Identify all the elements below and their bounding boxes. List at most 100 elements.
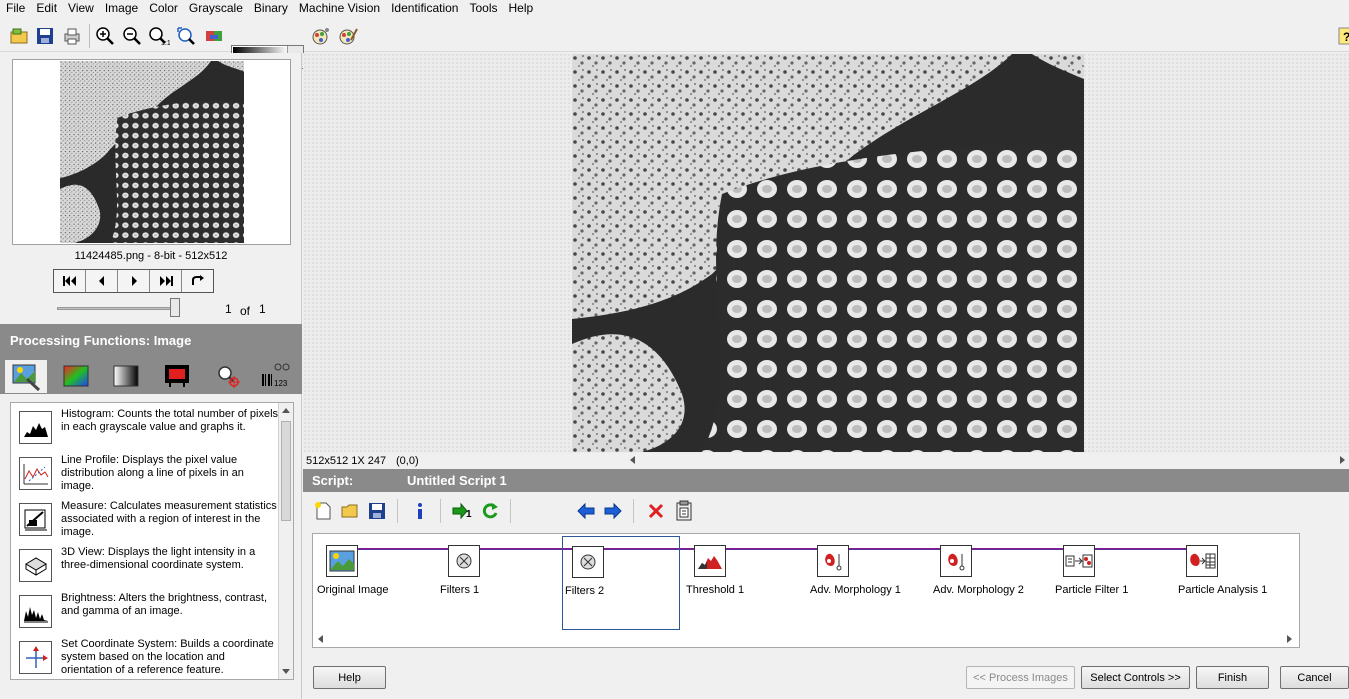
machine-vision-tab[interactable] <box>206 359 250 393</box>
new-script-icon[interactable] <box>311 499 335 523</box>
cancel-button[interactable]: Cancel <box>1280 666 1349 689</box>
menu-image[interactable]: Image <box>99 1 143 16</box>
zoom-1to1-icon[interactable]: 1:1 <box>147 24 171 48</box>
step-adv-morphology-2[interactable]: Adv. Morphology 2 <box>932 536 1050 630</box>
image-navigation <box>53 269 214 293</box>
zoom-fit-icon[interactable] <box>174 24 198 48</box>
list-item-measure[interactable]: Measure: Calculates measurement statisti… <box>11 500 279 546</box>
script-properties-icon[interactable] <box>672 499 696 523</box>
step-label: Particle Filter 1 <box>1055 584 1129 596</box>
image-palette-icon[interactable] <box>202 24 226 48</box>
zoom-out-icon[interactable] <box>120 24 144 48</box>
image-slider-thumb[interactable] <box>170 298 180 317</box>
image-slider-track[interactable] <box>57 307 177 310</box>
list-item-histogram[interactable]: Histogram: Counts the total number of pi… <box>11 408 279 454</box>
script-steps-area: Original Image Filters 1 Filters 2 Thres… <box>312 533 1300 648</box>
step-label: Original Image <box>317 584 389 596</box>
histogram-description: Histogram: Counts the total number of pi… <box>61 408 279 433</box>
image-thumbnail[interactable] <box>60 61 244 243</box>
binary-tab[interactable] <box>155 359 199 393</box>
menu-identification[interactable]: Identification <box>385 1 463 16</box>
help-icon[interactable]: ? <box>1335 24 1349 48</box>
threshold-icon <box>694 545 726 577</box>
image-tab[interactable] <box>4 359 48 393</box>
print-icon[interactable] <box>60 24 84 48</box>
list-item-set-coordinate-system[interactable]: Set Coordinate System: Builds a coordina… <box>11 638 279 679</box>
cursor-coordinate: (0,0) <box>396 455 419 467</box>
histogram-icon <box>19 411 52 444</box>
next-image-button[interactable] <box>118 270 150 292</box>
run-continuous-icon[interactable] <box>478 499 502 523</box>
identification-tab[interactable]: 123 <box>256 359 300 393</box>
menu-tools[interactable]: Tools <box>463 1 502 16</box>
delete-step-icon[interactable] <box>644 499 668 523</box>
step-threshold-1[interactable]: Threshold 1 <box>686 536 804 630</box>
first-image-button[interactable] <box>54 270 86 292</box>
list-item-3d-view[interactable]: 3D View: Displays the light intensity in… <box>11 546 279 592</box>
save-script-icon[interactable] <box>365 499 389 523</box>
list-item-brightness[interactable]: Brightness: Alters the brightness, contr… <box>11 592 279 638</box>
step-filters-2[interactable]: Filters 2 <box>562 536 680 630</box>
step-particle-filter-1[interactable]: Particle Filter 1 <box>1055 536 1173 630</box>
open-script-icon[interactable] <box>338 499 362 523</box>
browse-icon[interactable] <box>309 24 333 48</box>
step-original-image[interactable]: Original Image <box>317 536 435 630</box>
scroll-up-icon[interactable] <box>282 408 290 413</box>
menu-edit[interactable]: Edit <box>30 1 62 16</box>
line-profile-description: Line Profile: Displays the pixel value d… <box>61 454 244 492</box>
menu-color[interactable]: Color <box>143 1 183 16</box>
move-step-right-icon[interactable] <box>601 499 625 523</box>
select-controls-button[interactable]: Select Controls >> <box>1081 666 1190 689</box>
page-current: 1 <box>225 302 232 316</box>
step-label: Adv. Morphology 2 <box>933 584 1024 596</box>
scroll-down-icon[interactable] <box>282 669 290 674</box>
step-label: Filters 1 <box>440 584 480 596</box>
move-step-left-icon[interactable] <box>574 499 598 523</box>
zoom-in-icon[interactable] <box>93 24 117 48</box>
processing-tabs: 123 <box>0 354 302 394</box>
menu-binary[interactable]: Binary <box>248 1 293 16</box>
menu-view[interactable]: View <box>62 1 99 16</box>
menu-help[interactable]: Help <box>503 1 539 16</box>
loop-icon[interactable] <box>182 270 213 292</box>
step-filters-1[interactable]: Filters 1 <box>440 536 558 630</box>
open-image-icon[interactable] <box>7 24 31 48</box>
info-icon[interactable] <box>408 499 432 523</box>
function-list-scrollbar[interactable] <box>278 403 293 679</box>
morphology-icon <box>940 545 972 577</box>
finish-button[interactable]: Finish <box>1196 666 1269 689</box>
scrollbar-thumb[interactable] <box>281 421 291 521</box>
step-adv-morphology-1[interactable]: Adv. Morphology 1 <box>809 536 927 630</box>
grayscale-tab[interactable] <box>104 359 148 393</box>
menu-machine-vision[interactable]: Machine Vision <box>293 1 385 16</box>
main-image[interactable] <box>572 54 1084 452</box>
set-coordinate-system-description: Set Coordinate System: Builds a coordina… <box>61 638 274 676</box>
save-image-icon[interactable] <box>33 24 57 48</box>
scroll-left-icon[interactable] <box>318 635 323 643</box>
3d-view-description: 3D View: Displays the light intensity in… <box>61 546 256 571</box>
scroll-right-icon[interactable] <box>1287 635 1292 643</box>
image-size-status: 512x512 1X 247 <box>306 455 387 467</box>
menu-file[interactable]: File <box>0 1 30 16</box>
process-images-button[interactable]: << Process Images <box>966 666 1075 689</box>
color-icon[interactable] <box>336 24 360 48</box>
list-item-line-profile[interactable]: Line Profile: Displays the pixel value d… <box>11 454 279 500</box>
last-image-button[interactable] <box>150 270 182 292</box>
particle-filter-icon <box>1063 545 1095 577</box>
main-toolbar: 1:1 ? <box>0 20 1349 69</box>
scroll-left-icon[interactable] <box>630 456 635 464</box>
scroll-right-icon[interactable] <box>1340 456 1345 464</box>
particle-analysis-icon <box>1186 545 1218 577</box>
steps-scrollbar[interactable] <box>314 632 1298 646</box>
brightness-icon <box>19 595 52 628</box>
help-button[interactable]: Help <box>313 666 386 689</box>
color-tab[interactable] <box>54 359 98 393</box>
filter-icon <box>572 546 604 578</box>
step-particle-analysis-1[interactable]: Particle Analysis 1 <box>1178 536 1296 630</box>
run-once-icon[interactable]: 1 <box>451 499 475 523</box>
image-viewer[interactable] <box>303 53 1349 453</box>
svg-text:?: ? <box>1343 30 1349 44</box>
page-of: of <box>240 304 251 318</box>
menu-grayscale[interactable]: Grayscale <box>183 1 248 16</box>
previous-image-button[interactable] <box>86 270 118 292</box>
